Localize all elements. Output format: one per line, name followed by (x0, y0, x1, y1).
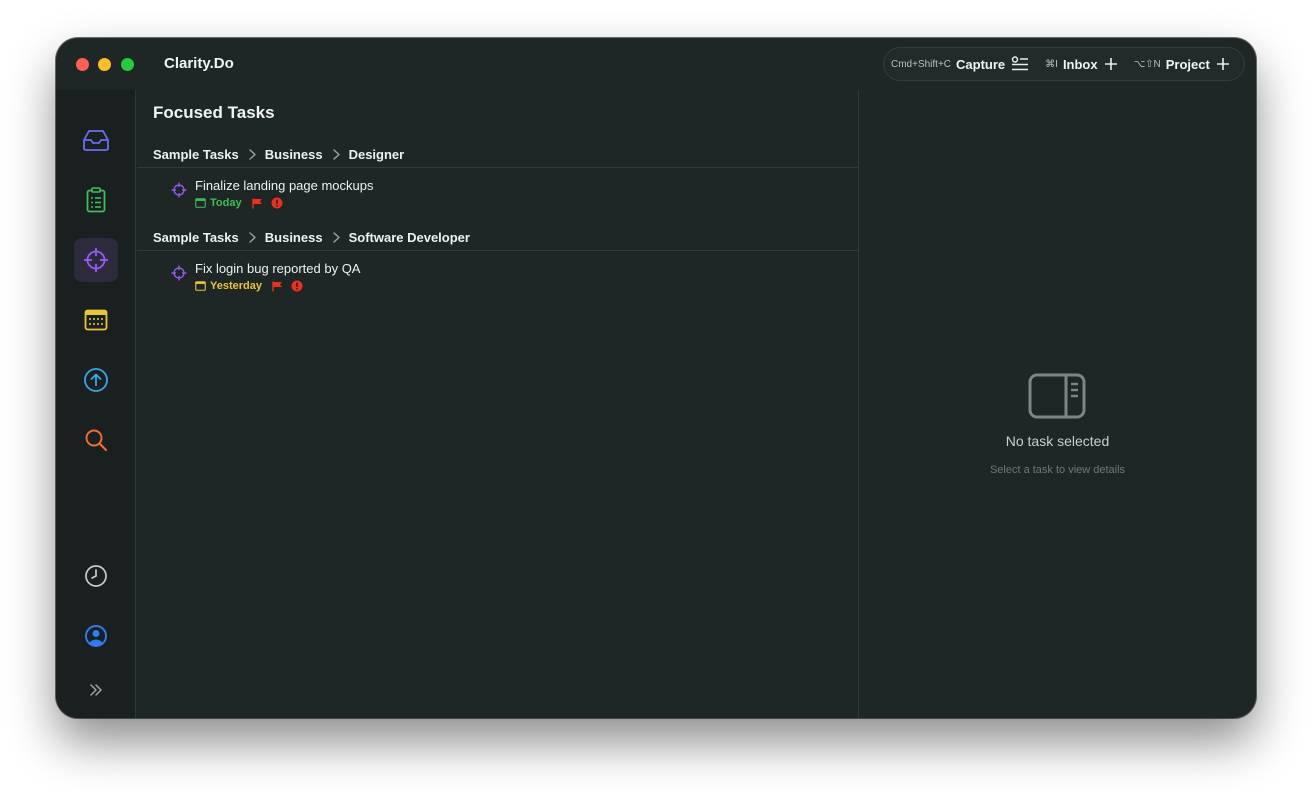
project-add-button[interactable]: ⌥⇧N Project (1134, 57, 1230, 72)
inbox-shortcut: ⌘I (1045, 58, 1058, 70)
task-row[interactable]: Finalize landing page mockups Today (137, 168, 858, 212)
task-list-pane: Focused Tasks Sample Tasks Business Desi… (137, 90, 858, 718)
task-title[interactable]: Fix login bug reported by QA (195, 261, 360, 276)
sidebar-expand-button[interactable] (74, 668, 118, 712)
clipboard-list-icon (86, 187, 106, 213)
clock-icon (85, 565, 107, 587)
sidebar-item-history[interactable] (74, 554, 118, 598)
project-label: Project (1165, 56, 1210, 72)
inbox-label: Inbox (1062, 56, 1098, 72)
task-title[interactable]: Finalize landing page mockups (195, 178, 374, 193)
breadcrumb-item[interactable]: Software Developer (349, 230, 470, 245)
app-title: Clarity.Do (164, 55, 234, 72)
arrow-up-circle-icon (84, 368, 108, 392)
alert-icon (271, 197, 283, 209)
quick-actions-bar: Cmd+Shift+C Capture ⌘I Inbox ⌥⇧N Project (883, 47, 1245, 81)
sidebar-item-search[interactable] (74, 418, 118, 462)
due-date-label: Today (210, 197, 242, 209)
title-bar: Clarity.Do Cmd+Shift+C Capture ⌘I Inbox (56, 38, 1256, 90)
close-window-button[interactable] (76, 58, 89, 71)
flag-icon (251, 198, 262, 208)
zoom-window-button[interactable] (121, 58, 134, 71)
task-group: Sample Tasks Business Designer Finalize … (137, 142, 858, 212)
sidebar-item-focused[interactable] (74, 238, 118, 282)
calendar-icon (195, 198, 206, 208)
calendar-icon (195, 281, 206, 291)
capture-list-icon (1011, 56, 1029, 71)
empty-state-subtitle: Select a task to view details (989, 464, 1126, 476)
sidebar-item-inbox[interactable] (74, 118, 118, 162)
crosshair-icon (171, 265, 187, 281)
breadcrumb-item[interactable]: Sample Tasks (153, 147, 239, 162)
crosshair-icon (84, 248, 108, 272)
due-date-badge: Today (195, 197, 242, 209)
flag-icon (272, 281, 282, 291)
breadcrumb: Sample Tasks Business Software Developer (137, 225, 858, 251)
task-row[interactable]: Fix login bug reported by QA Yesterday (137, 251, 858, 295)
plus-icon (1216, 58, 1229, 70)
empty-state-title: No task selected (1005, 433, 1110, 449)
app-window: Clarity.Do Cmd+Shift+C Capture ⌘I Inbox (56, 38, 1256, 718)
sidebar-panel-icon (1028, 373, 1086, 419)
chevron-right-icon (249, 232, 256, 243)
capture-label: Capture (956, 56, 1006, 72)
double-chevron-right-icon (90, 684, 102, 696)
sidebar-item-calendar[interactable] (74, 298, 118, 342)
breadcrumb-item[interactable]: Business (265, 230, 323, 245)
user-circle-icon (85, 625, 107, 647)
task-group: Sample Tasks Business Software Developer… (137, 225, 858, 295)
due-date-label: Yesterday (210, 280, 262, 292)
minimize-window-button[interactable] (98, 58, 111, 71)
breadcrumb-item[interactable]: Business (265, 147, 323, 162)
sidebar (56, 90, 136, 718)
chevron-right-icon (332, 149, 340, 160)
sidebar-item-upcoming[interactable] (74, 358, 118, 402)
task-meta: Yesterday (195, 280, 303, 292)
plus-icon (1104, 58, 1117, 70)
breadcrumb: Sample Tasks Business Designer (137, 142, 858, 168)
chevron-right-icon (332, 232, 340, 243)
due-date-badge: Yesterday (195, 280, 262, 292)
breadcrumb-item[interactable]: Sample Tasks (153, 230, 239, 245)
breadcrumb-item[interactable]: Designer (349, 147, 405, 162)
sidebar-item-account[interactable] (74, 614, 118, 658)
alert-icon (291, 280, 303, 292)
chevron-right-icon (249, 149, 256, 160)
capture-button[interactable]: Cmd+Shift+C Capture (891, 56, 1029, 72)
inbox-icon (83, 130, 109, 151)
crosshair-icon (171, 182, 187, 198)
inbox-add-button[interactable]: ⌘I Inbox (1045, 57, 1117, 72)
calendar-icon (84, 309, 108, 331)
search-icon (85, 429, 108, 452)
page-title: Focused Tasks (153, 103, 275, 122)
sidebar-item-tasks[interactable] (74, 178, 118, 222)
task-meta: Today (195, 197, 283, 209)
capture-shortcut: Cmd+Shift+C (891, 58, 952, 70)
project-shortcut: ⌥⇧N (1133, 58, 1161, 70)
task-detail-pane: No task selected Select a task to view d… (858, 90, 1256, 718)
